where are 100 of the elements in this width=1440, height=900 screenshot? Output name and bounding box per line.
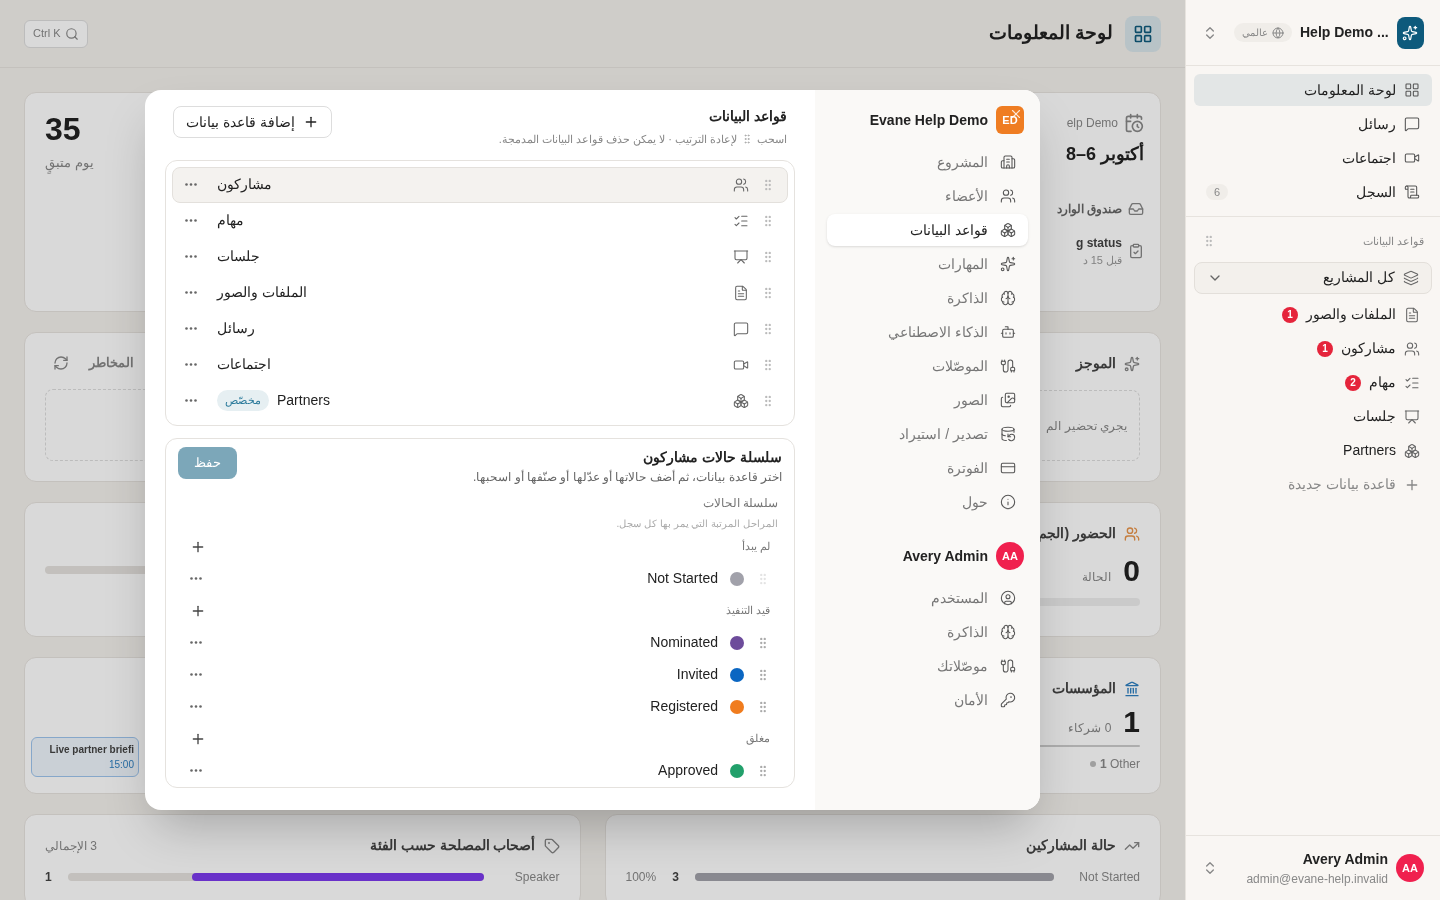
settings-nav-item[interactable]: الذاكرة xyxy=(827,616,1028,648)
attendance-value: 0 xyxy=(1123,556,1140,586)
sidebar-nav-item[interactable]: لوحة المعلومات xyxy=(1194,74,1432,106)
settings-nav-item[interactable]: الأعضاء xyxy=(827,180,1028,212)
settings-nav-item[interactable]: المشروع xyxy=(827,146,1028,178)
status-row[interactable]: Registered xyxy=(182,690,778,723)
settings-nav-item[interactable]: موصّلاتك xyxy=(827,650,1028,682)
more-button[interactable] xyxy=(185,399,197,402)
project-filter-dropdown[interactable]: كل المشاريع xyxy=(1194,261,1432,294)
more-button[interactable] xyxy=(185,183,197,186)
page-title: لوحة المعلومات xyxy=(988,21,1113,46)
database-row[interactable]: مهام xyxy=(172,202,788,239)
settings-nav-item[interactable]: الموصّلات xyxy=(827,350,1028,382)
event-dates: أكتوبر 6–8 xyxy=(1065,141,1144,167)
event-name: elp Demo xyxy=(1066,115,1118,132)
agenda-event[interactable]: Live partner briefi 15:00 xyxy=(31,737,139,777)
more-button[interactable] xyxy=(185,219,197,222)
status-name: Approved xyxy=(658,761,718,780)
status-row[interactable]: Not Started xyxy=(182,562,778,595)
bar-value: 1 xyxy=(45,869,52,886)
sparkles-icon xyxy=(1000,256,1016,272)
cubes-icon xyxy=(733,392,749,409)
more-button[interactable] xyxy=(185,291,197,294)
more-button[interactable] xyxy=(185,255,197,258)
organizations-value: 1 xyxy=(1123,707,1140,737)
count-badge: 1 xyxy=(1317,340,1333,357)
settings-nav-item[interactable]: المستخدم xyxy=(827,582,1028,614)
status-row[interactable]: Approved xyxy=(182,754,778,787)
search-button[interactable]: Ctrl K xyxy=(24,19,88,48)
status-row[interactable]: Invited xyxy=(182,658,778,691)
user-avatar: AA xyxy=(996,542,1024,570)
more-button[interactable] xyxy=(190,705,202,708)
people-icon xyxy=(1404,340,1420,357)
dialog-title: قواعد البيانات xyxy=(708,107,787,127)
settings-nav-item[interactable]: تصدير / استيراد xyxy=(827,418,1028,450)
robot-icon xyxy=(1000,324,1016,340)
more-button[interactable] xyxy=(185,327,197,330)
grid-icon xyxy=(1125,15,1161,52)
status-name: Registered xyxy=(650,697,718,716)
images-icon xyxy=(1000,392,1016,408)
more-button[interactable] xyxy=(190,641,202,644)
cable-icon xyxy=(1000,358,1016,374)
card-title: المخاطر xyxy=(89,354,134,373)
sidebar-nav-item[interactable]: اجتماعات xyxy=(1194,142,1432,174)
refresh-icon[interactable] xyxy=(53,354,69,371)
settings-nav-item[interactable]: الذكاء الاصطناعي xyxy=(827,316,1028,348)
database-row[interactable]: اجتماعات xyxy=(172,346,788,383)
clipboard-check-icon xyxy=(1128,243,1144,260)
user-name: Avery Admin xyxy=(1301,849,1388,869)
database-row[interactable]: الملفات والصور xyxy=(172,274,788,311)
database-name: مشاركون xyxy=(217,175,272,195)
settings-nav-item[interactable]: الأمان xyxy=(827,684,1028,716)
more-button[interactable] xyxy=(190,769,202,772)
user-name: Avery Admin xyxy=(902,546,988,566)
bar-label: Speaker xyxy=(513,869,560,886)
database-row[interactable]: رسائل xyxy=(172,310,788,347)
legend-label: 1 Other xyxy=(1099,756,1140,773)
cubes-icon xyxy=(1404,442,1420,459)
search-icon xyxy=(64,26,79,41)
settings-nav-item[interactable]: قواعد البيانات xyxy=(827,214,1028,246)
org-avatar: ED xyxy=(996,106,1024,134)
database-name: Partners xyxy=(277,391,330,410)
settings-nav-item[interactable]: المهارات xyxy=(827,248,1028,280)
group-title: قيد التنفيذ xyxy=(725,603,770,619)
chat-bubble-icon xyxy=(733,320,749,337)
card-title: المؤسسات xyxy=(1052,679,1116,699)
settings-nav-item[interactable]: الذاكرة xyxy=(827,282,1028,314)
workspace-name[interactable]: ... Help Demo xyxy=(1300,22,1389,43)
video-camera-icon xyxy=(1404,150,1420,166)
card-title: الحضور (الجم xyxy=(1038,524,1116,544)
count-badge: 1 xyxy=(1282,306,1299,323)
more-button[interactable] xyxy=(190,577,202,580)
count-badge: 6 xyxy=(1206,183,1229,201)
building-icon xyxy=(1124,680,1140,697)
activity-title: g status xyxy=(1076,235,1122,252)
total-label: 3 الإجمالي xyxy=(45,837,98,855)
more-button[interactable] xyxy=(190,673,202,676)
settings-nav-item[interactable]: حول xyxy=(827,486,1028,518)
ellipsis-icon xyxy=(185,219,197,222)
card-title: الموجز xyxy=(1076,354,1116,374)
people-icon xyxy=(1000,188,1016,204)
more-button[interactable] xyxy=(185,363,197,366)
database-row[interactable]: جلسات xyxy=(172,238,788,275)
count-badge: 2 xyxy=(1345,374,1361,391)
sidebar-database-item[interactable]: جلسات xyxy=(1194,399,1432,434)
settings-nav-item[interactable]: الصور xyxy=(827,384,1028,416)
sidebar-nav-item[interactable]: رسائل xyxy=(1194,108,1432,140)
sidebar-database-item[interactable]: Partners xyxy=(1194,433,1432,468)
custom-tag: مخصّص xyxy=(217,390,269,411)
document-icon xyxy=(1404,306,1420,323)
card-title: حالة المشاركين xyxy=(1026,836,1116,856)
add-database-button[interactable]: إضافة قاعدة بيانات xyxy=(173,106,332,138)
bar-label: Not Started xyxy=(1078,869,1140,886)
ellipsis-icon xyxy=(185,327,197,330)
info-icon xyxy=(1000,494,1016,510)
settings-nav-item[interactable]: الفوترة xyxy=(827,452,1028,484)
database-row[interactable]: مشاركون xyxy=(172,166,788,203)
status-row[interactable]: Nominated xyxy=(182,626,778,659)
user-circle-icon xyxy=(1000,590,1016,606)
grip-icon xyxy=(741,133,753,146)
